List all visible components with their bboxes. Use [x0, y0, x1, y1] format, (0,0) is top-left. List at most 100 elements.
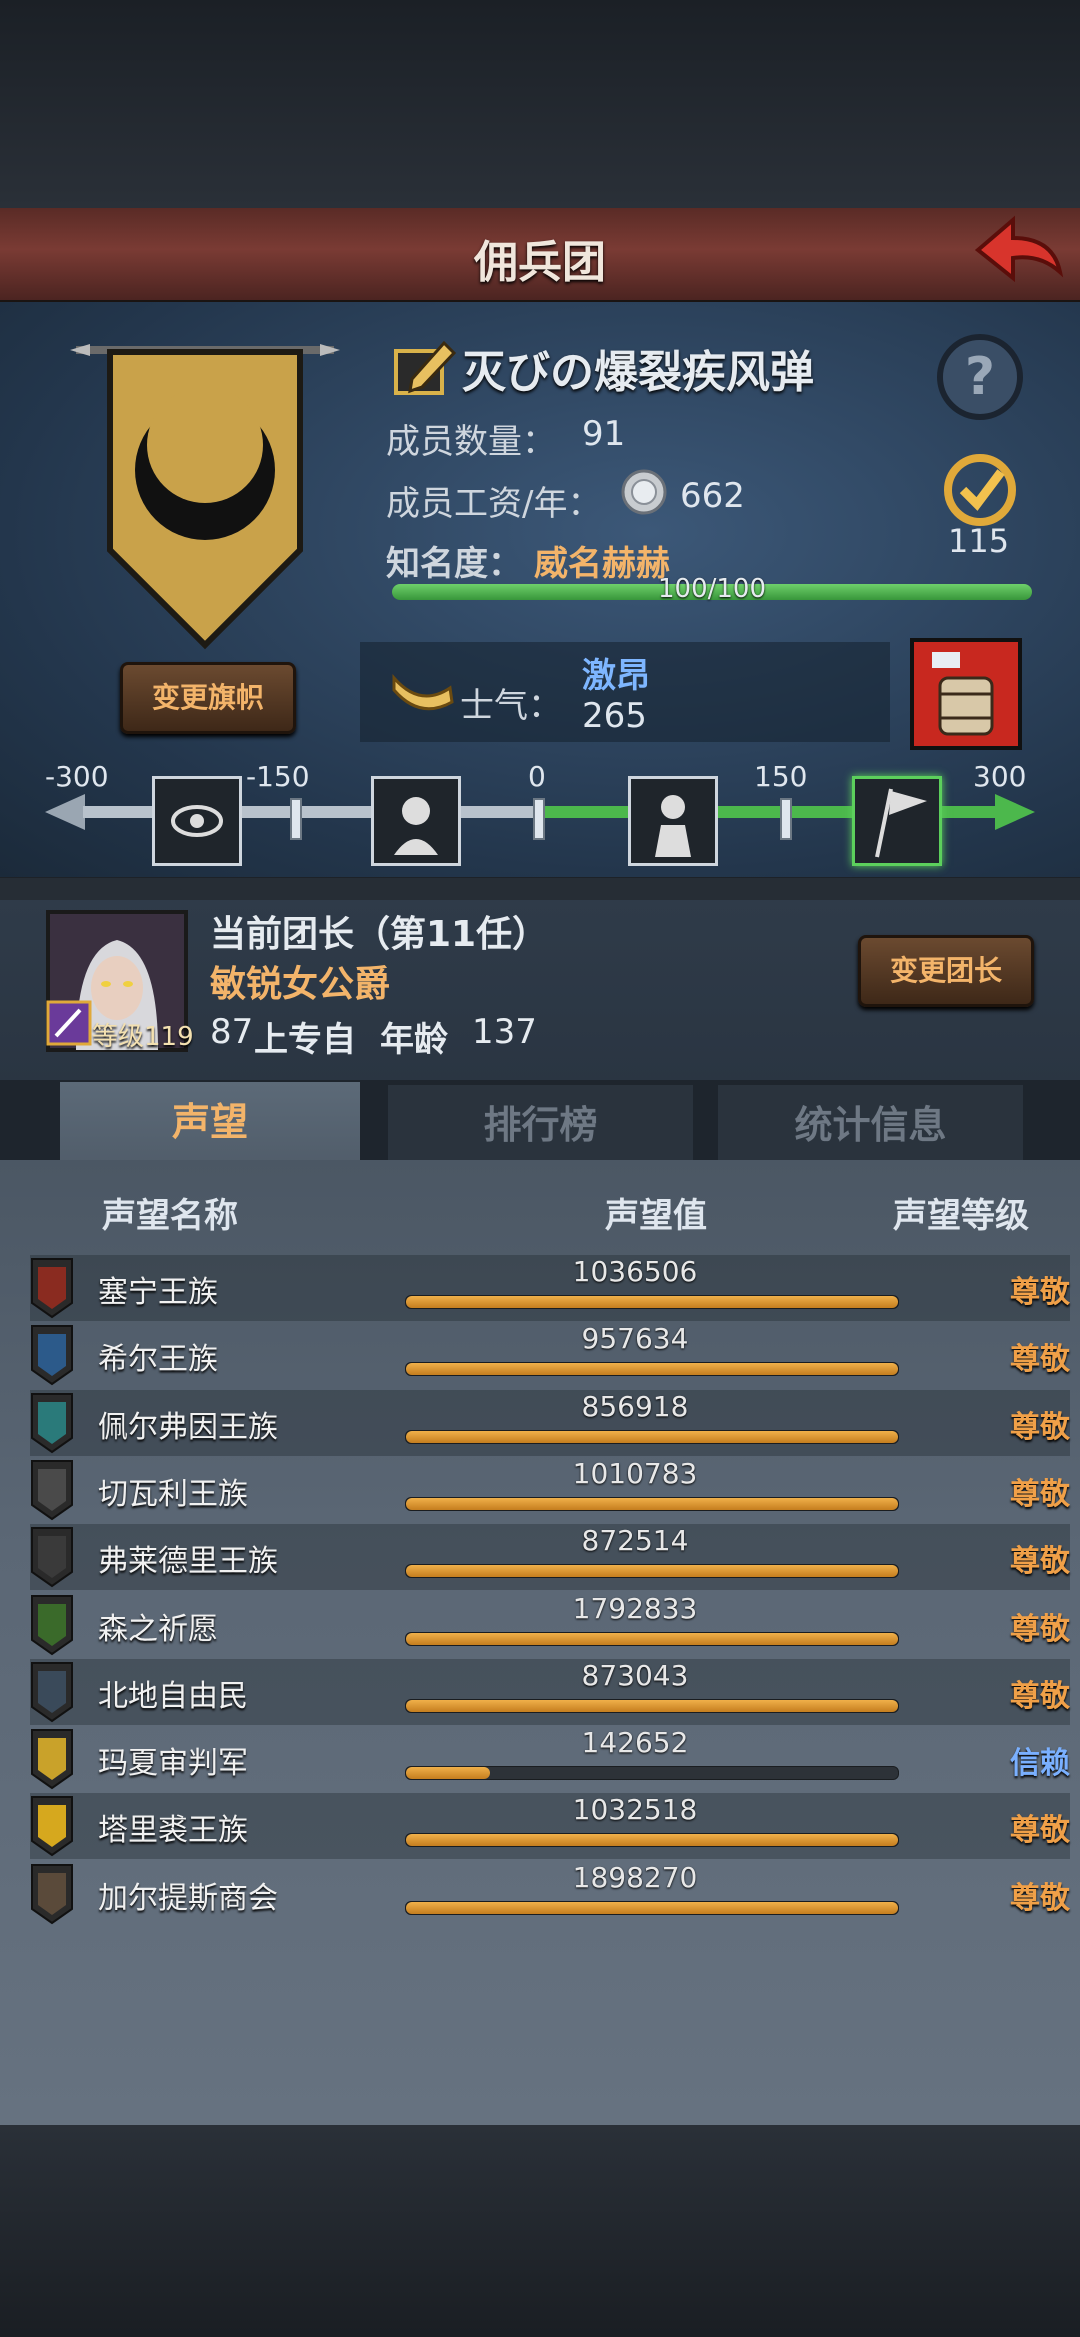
- reputation-level: 尊敬: [1010, 1409, 1070, 1445]
- faction-crest-icon: [31, 1392, 73, 1453]
- faction-crest-icon: [31, 1594, 73, 1655]
- faction-name: 希尔王族: [98, 1342, 218, 1378]
- morale-label: 士气：: [460, 686, 562, 726]
- salary-value: 662: [680, 476, 745, 516]
- reputation-level: 尊敬: [1010, 1544, 1070, 1580]
- faction-name: 塞宁王族: [98, 1275, 218, 1310]
- reputation-progress-fill: [406, 1296, 898, 1308]
- scale-label: 150: [754, 760, 808, 793]
- reputation-value: 957634: [581, 1322, 689, 1356]
- reputation-row[interactable]: 北地自由民 873043 尊敬: [30, 1658, 1070, 1725]
- scale-tick: [290, 798, 302, 840]
- war-drum-icon[interactable]: [910, 638, 1022, 750]
- faction-crest-icon: [31, 1729, 73, 1790]
- reputation-value: 873043: [581, 1658, 689, 1692]
- leader-age-label: 年龄: [380, 1020, 448, 1060]
- reputation-level: 尊敬: [1010, 1611, 1070, 1647]
- despair-icon[interactable]: [371, 776, 461, 866]
- reputation-row[interactable]: 塔里裘王族 1032518 尊敬: [30, 1793, 1070, 1860]
- paranoid-eye-icon[interactable]: [152, 776, 242, 866]
- bottom-background: [0, 2125, 1080, 2337]
- rating-badge-icon[interactable]: [935, 450, 1025, 530]
- reputation-value: 1032518: [572, 1793, 698, 1827]
- leader-level: 等级119: [92, 1022, 194, 1052]
- faction-name: 加尔提斯商会: [98, 1880, 278, 1916]
- scale-label-min: -300: [45, 760, 109, 793]
- reputation-row[interactable]: 森之祈愿 1792833 尊敬: [30, 1592, 1070, 1658]
- faction-name: 弗莱德里王族: [98, 1544, 278, 1580]
- reputation-row[interactable]: 切瓦利王族 1010783 尊敬: [30, 1457, 1070, 1523]
- calm-figure-icon[interactable]: [628, 776, 718, 866]
- reputation-progress-track: [405, 1631, 899, 1646]
- change-leader-button[interactable]: 变更团长: [858, 935, 1034, 1007]
- reputation-progress-track: [405, 1429, 899, 1444]
- reputation-value: 142652: [581, 1726, 689, 1760]
- leader-info-number: 87: [210, 1012, 254, 1052]
- col-header-level: 声望等级: [893, 1196, 1029, 1236]
- scale-tick: [780, 798, 792, 840]
- scale-label: -150: [246, 760, 310, 793]
- reputation-progress-fill: [406, 1363, 898, 1376]
- reputation-progress-fill: [406, 1901, 898, 1914]
- leader-title: 当前团长（第11任）: [210, 914, 549, 955]
- reputation-row[interactable]: 弗莱德里王族 872514 尊敬: [30, 1524, 1070, 1591]
- horn-icon: [392, 673, 454, 711]
- reputation-progress-track: [405, 1496, 899, 1511]
- reputation-level: 尊敬: [1010, 1342, 1070, 1378]
- reputation-progress-track: [405, 1900, 899, 1915]
- rally-banner-icon[interactable]: [852, 776, 942, 866]
- faction-crest-icon: [31, 1527, 73, 1588]
- reputation-progress-track: [405, 1698, 899, 1713]
- page-title: 佣兵团: [474, 237, 606, 288]
- reputation-value: 1898270: [572, 1860, 698, 1894]
- fame-progress-text: 100/100: [657, 574, 766, 604]
- reputation-value: 872514: [581, 1524, 689, 1558]
- members-value: 91: [582, 414, 626, 454]
- reputation-value: 1036506: [572, 1255, 698, 1288]
- top-background: [0, 0, 1080, 210]
- reputation-row[interactable]: 塞宁王族 1036506 尊敬: [30, 1255, 1070, 1321]
- faction-crest-icon: [31, 1661, 73, 1723]
- faction-name: 切瓦利王族: [98, 1476, 248, 1512]
- help-icon[interactable]: ?: [935, 332, 1025, 422]
- edit-name-icon[interactable]: [392, 335, 462, 397]
- scale-label: 0: [528, 760, 546, 793]
- reputation-progress-fill: [406, 1834, 898, 1847]
- class-badge-icon: [46, 1000, 92, 1046]
- leader-name: 敏锐女公爵: [210, 964, 391, 1005]
- back-arrow-icon[interactable]: [968, 210, 1068, 290]
- reputation-row[interactable]: 希尔王族 957634 尊敬: [30, 1322, 1070, 1388]
- change-banner-button[interactable]: 变更旗帜: [120, 662, 296, 734]
- reputation-row[interactable]: 加尔提斯商会 1898270 尊敬: [30, 1861, 1070, 1927]
- reputation-progress-fill: [406, 1767, 490, 1780]
- faction-name: 森之祈愿: [98, 1611, 218, 1647]
- faction-crest-icon: [31, 1459, 73, 1521]
- reputation-level: 尊敬: [1010, 1813, 1070, 1849]
- silver-coin-icon: [621, 469, 667, 515]
- leader-info-text: 上专自: [254, 1020, 356, 1060]
- reputation-progress-track: [405, 1564, 899, 1579]
- reputation-progress-fill: [406, 1430, 898, 1443]
- leader-age-value: 137: [472, 1012, 537, 1052]
- scale-tick: [533, 798, 545, 840]
- faction-name: 玛夏审判军: [98, 1746, 248, 1782]
- members-label: 成员数量：: [386, 422, 556, 462]
- col-header-value: 声望值: [605, 1196, 707, 1236]
- scale-label-max: 300: [973, 760, 1027, 793]
- reputation-value: 1792833: [572, 1591, 698, 1625]
- rating-value: 115: [948, 522, 1010, 560]
- reputation-value: 1010783: [572, 1456, 698, 1490]
- guild-banner-crest: [70, 344, 340, 650]
- faction-crest-icon: [31, 1863, 73, 1924]
- reputation-row[interactable]: 佩尔弗因王族 856918 尊敬: [30, 1389, 1070, 1456]
- reputation-progress-track: [405, 1766, 899, 1781]
- reputation-row[interactable]: 玛夏审判军 142652 信赖: [30, 1726, 1070, 1792]
- tab-leaderboard[interactable]: 排行榜: [388, 1085, 693, 1165]
- tab-statistics[interactable]: 统计信息: [718, 1085, 1023, 1165]
- faction-crest-icon: [31, 1325, 73, 1386]
- morale-value: 265: [582, 696, 647, 736]
- reputation-progress-track: [405, 1362, 899, 1377]
- faction-name: 佩尔弗因王族: [98, 1409, 278, 1445]
- faction-name: 北地自由民: [98, 1678, 248, 1714]
- reputation-progress-track: [405, 1833, 899, 1848]
